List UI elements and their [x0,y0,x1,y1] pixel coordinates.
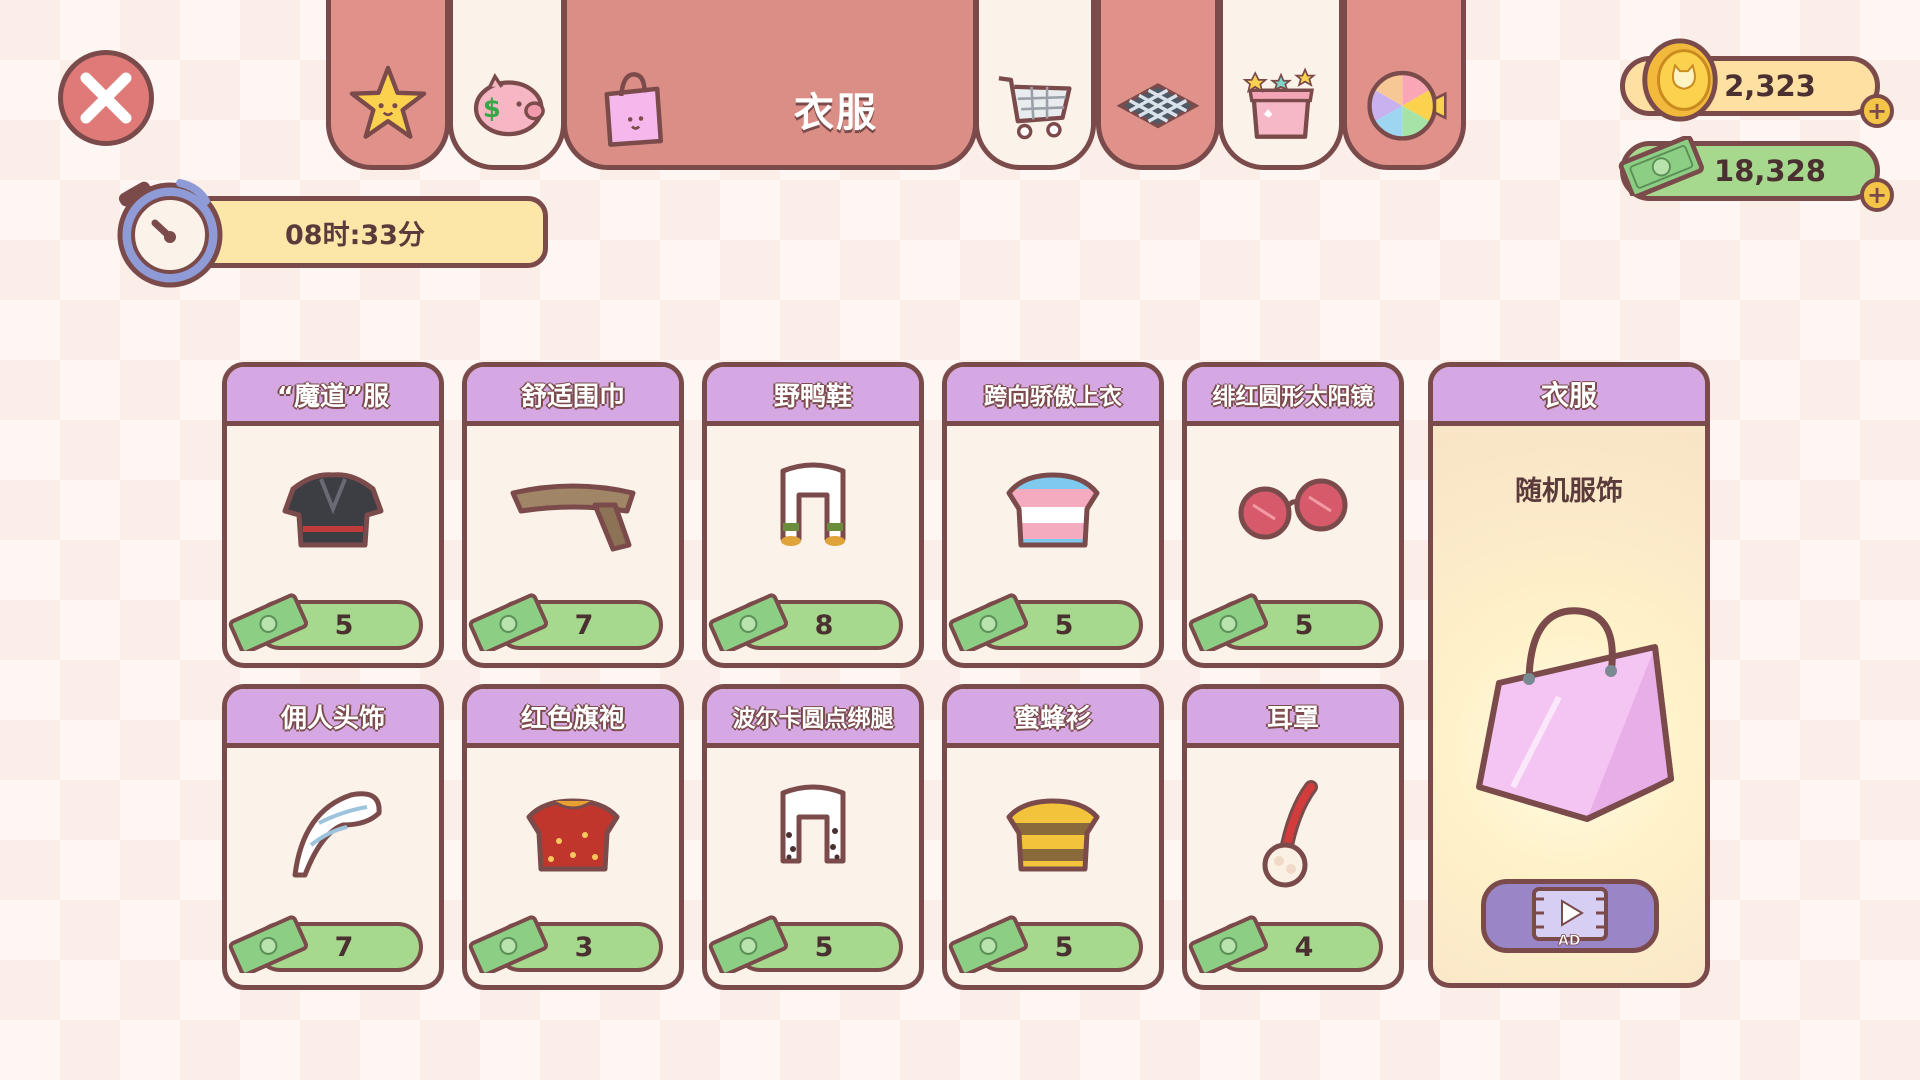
item-price: 4 [1294,931,1314,963]
cash-icon [948,915,1029,973]
coin-amount: 2,323 [1724,69,1816,103]
svg-text:$: $ [483,94,501,124]
cash-icon [1618,136,1704,196]
cash-icon [468,593,549,651]
shop-item-card[interactable]: “魔道”服 5 [222,362,444,668]
video-ad-icon: AD [1532,887,1608,949]
cash-icon [1188,915,1269,973]
shop-item-card[interactable]: 波尔卡圆点绑腿 5 [702,684,924,990]
shop-item-card[interactable]: 耳罩 4 [1182,684,1404,990]
scarf-icon [510,483,636,552]
duck-shoes-icon [780,462,846,546]
stopwatch-icon [117,179,223,288]
shop-item-card[interactable]: 野鸭鞋 8 [702,362,924,668]
watch-ad-button[interactable]: AD [1481,879,1659,953]
item-name: 舒适围巾 [467,367,679,426]
close-button[interactable] [58,50,154,146]
cash-icon [708,593,789,651]
item-name: 波尔卡圆点绑腿 [707,689,919,748]
tab-gift-box[interactable] [1218,0,1344,170]
shopping-cart-icon [998,76,1072,140]
item-price: 7 [334,931,354,963]
add-coins-button[interactable]: + [1860,94,1894,128]
tab-shopping-cart[interactable] [974,0,1096,170]
tab-clothes[interactable]: 衣服 [562,0,978,170]
item-name: 跨向骄傲上衣 [947,367,1159,426]
maid-headpiece-icon [292,791,382,878]
coin-icon [1642,38,1718,122]
item-price: 7 [574,609,594,641]
shop-item-card[interactable]: 蜜蜂衫 5 [942,684,1164,990]
shop-item-card[interactable]: 红色旗袍 3 [462,684,684,990]
item-price: 8 [814,609,834,641]
tab-floor-tiles[interactable] [1096,0,1220,170]
shop-item-card[interactable]: 舒适围巾 7 [462,362,684,668]
cash-icon [708,915,789,973]
polka-dot-leggings-icon [780,784,846,864]
item-price: 5 [1294,609,1314,641]
random-card-subtitle: 随机服饰 [1515,476,1623,507]
red-qipao-icon [526,798,620,872]
shop-item-card[interactable]: 佣人头饰 7 [222,684,444,990]
item-name: 耳罩 [1187,689,1399,748]
red-sunglasses-icon [1238,478,1348,540]
item-price: 5 [334,609,354,641]
cash-amount: 18,328 [1714,154,1826,188]
shopping-bag-icon [1476,607,1674,822]
item-name: 野鸭鞋 [707,367,919,426]
prize-wheel-icon [1367,70,1447,141]
item-name: 绯红圆形太阳镜 [1187,367,1399,426]
floor-tiles-icon [1116,83,1200,129]
item-name: “魔道”服 [227,367,439,426]
tab-prize-wheel[interactable] [1342,0,1466,170]
item-name: 佣人头饰 [227,689,439,748]
shopping-bag-icon [604,72,664,147]
item-price: 5 [814,931,834,963]
gift-box-icon [1242,67,1317,139]
pride-shirt-icon [1006,472,1100,548]
item-price: 3 [574,931,594,963]
timer-bar: 08时:33分 [190,196,548,268]
close-icon [80,72,132,124]
item-name: 红色旗袍 [467,689,679,748]
earmuffs-icon [1262,780,1318,888]
item-name: 蜜蜂衫 [947,689,1159,748]
item-price: 5 [1054,609,1074,641]
cash-icon [468,915,549,973]
random-clothes-card[interactable]: 衣服 随机服饰 AD [1428,362,1710,988]
cash-icon [948,593,1029,651]
cash-icon [228,593,309,651]
cash-icon [1188,593,1269,651]
cash-icon [228,915,309,973]
bee-shirt-icon [1006,798,1100,872]
piggy-bank-icon: $ [473,73,545,137]
active-tab-title: 衣服 [794,89,878,136]
item-price: 5 [1054,931,1074,963]
add-cash-button[interactable]: + [1860,178,1894,212]
ad-label: AD [1558,933,1580,949]
tab-piggy-bank[interactable]: $ [448,0,566,170]
shop-item-card[interactable]: 绯红圆形太阳镜 5 [1182,362,1404,668]
random-card-title: 衣服 [1433,367,1705,426]
shop-item-card[interactable]: 跨向骄傲上衣 5 [942,362,1164,668]
star-icon [349,65,427,139]
tab-star[interactable] [326,0,450,170]
timer-text: 08时:33分 [285,219,425,251]
dark-robe-icon [282,472,384,548]
